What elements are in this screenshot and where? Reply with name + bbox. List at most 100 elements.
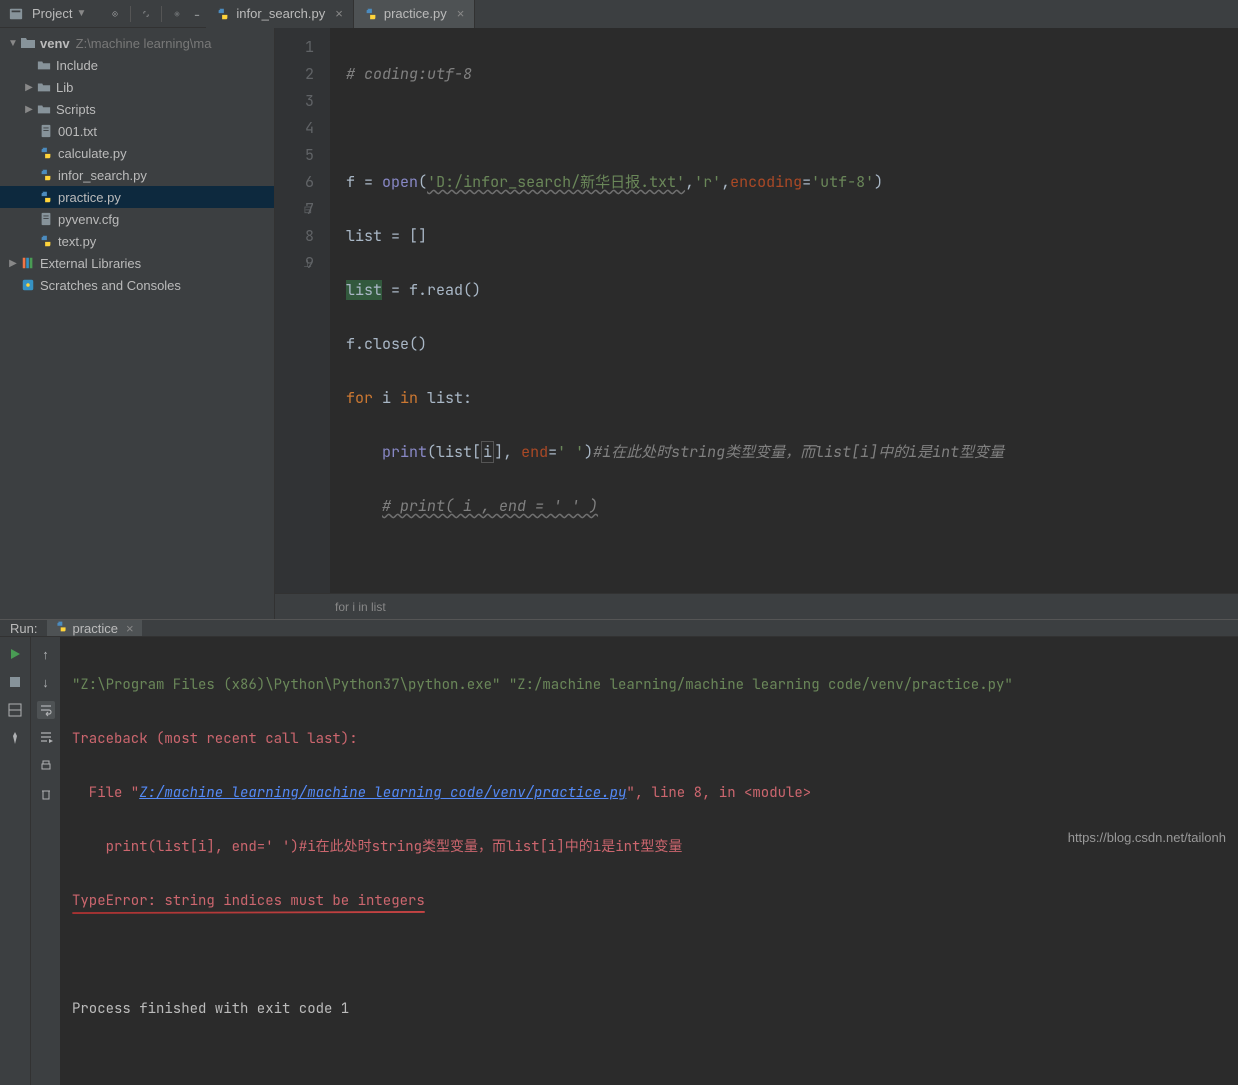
tree-item-pyvenv[interactable]: pyvenv.cfg xyxy=(0,208,274,230)
run-gutter-left xyxy=(0,637,30,1085)
code-editor[interactable]: 1 2 3 4 5 6 7⊟ 8 9⊥ # coding:utf-8 f = o… xyxy=(275,28,1238,593)
softwrap-icon[interactable] xyxy=(37,701,55,719)
run-tab-practice[interactable]: practice × xyxy=(47,620,141,636)
code-token: print xyxy=(382,442,427,462)
trash-icon[interactable] xyxy=(37,785,55,803)
code-token: ) xyxy=(584,442,593,462)
close-icon[interactable]: × xyxy=(457,6,465,21)
chevron-right-icon: ▶ xyxy=(6,258,20,269)
folder-icon xyxy=(36,79,52,95)
tree-external-libraries[interactable]: ▶ External Libraries xyxy=(0,252,274,274)
editor-tabs: infor_search.py × practice.py × xyxy=(206,0,1238,28)
project-icon xyxy=(8,6,24,22)
chevron-down-icon: ▼ xyxy=(6,38,20,49)
code-comment: # print( i , end = ' ' ) xyxy=(382,496,598,516)
pin-icon[interactable] xyxy=(6,729,24,747)
tree-root-venv[interactable]: ▼ venv Z:\machine learning\ma xyxy=(0,32,274,54)
main-area: ▼ venv Z:\machine learning\ma ▶ Include … xyxy=(0,28,1238,619)
expand-icon[interactable] xyxy=(137,5,155,23)
chevron-right-icon: ▶ xyxy=(22,82,36,93)
code-content[interactable]: # coding:utf-8 f = open('D:/infor_search… xyxy=(330,28,1238,593)
code-token: = f.read() xyxy=(382,280,481,300)
code-token: list: xyxy=(418,388,472,408)
run-title: Run: xyxy=(0,621,47,636)
code-token: encoding xyxy=(730,172,802,192)
minimize-icon[interactable] xyxy=(188,5,206,23)
code-token: , xyxy=(721,172,730,192)
tree-label: External Libraries xyxy=(40,256,141,271)
python-file-icon xyxy=(216,7,230,21)
tree-label: calculate.py xyxy=(58,146,127,161)
code-token: ' ' xyxy=(557,442,584,462)
tree-label: infor_search.py xyxy=(58,168,147,183)
collapse-icon[interactable]: ⊟ xyxy=(304,196,312,223)
tree-item-practice[interactable]: practice.py xyxy=(0,186,274,208)
target-icon[interactable] xyxy=(106,5,124,23)
tree-label: Scratches and Consoles xyxy=(40,278,181,293)
editor-tab-infor-search[interactable]: infor_search.py × xyxy=(206,0,353,28)
console-error: Traceback (most recent call last): xyxy=(72,726,1226,753)
tree-label: venv xyxy=(40,36,70,51)
folder-icon xyxy=(36,101,52,117)
code-token: list = [] xyxy=(346,226,427,246)
code-token: f.close() xyxy=(346,334,427,354)
code-comment: #i在此处时string类型变量，而list[i]中的i是int型变量 xyxy=(593,442,1004,462)
tree-label: Include xyxy=(56,58,98,73)
console-output[interactable]: "Z:\Program Files (x86)\Python\Python37\… xyxy=(60,637,1238,1085)
watermark-text: https://blog.csdn.net/tailonh xyxy=(1068,830,1226,845)
stop-icon[interactable] xyxy=(6,673,24,691)
code-token: = xyxy=(355,172,382,192)
close-icon[interactable]: × xyxy=(126,621,134,636)
console-error-highlighted: TypeError: string indices must be intege… xyxy=(72,892,425,910)
tree-item-infor-search[interactable]: infor_search.py xyxy=(0,164,274,186)
tree-path: Z:\machine learning\ma xyxy=(76,36,212,51)
tab-label: infor_search.py xyxy=(236,6,325,21)
code-token: ) xyxy=(874,172,883,192)
editor-area: 1 2 3 4 5 6 7⊟ 8 9⊥ # coding:utf-8 f = o… xyxy=(275,28,1238,619)
gear-icon[interactable] xyxy=(168,5,186,23)
tree-scratches[interactable]: ▶ Scratches and Consoles xyxy=(0,274,274,296)
tree-item-scripts[interactable]: ▶ Scripts xyxy=(0,98,274,120)
arrow-up-icon[interactable]: ↑ xyxy=(37,645,55,663)
rerun-icon[interactable] xyxy=(6,645,24,663)
project-label: Project xyxy=(32,6,72,21)
arrow-down-icon[interactable]: ↓ xyxy=(37,673,55,691)
tree-item-lib[interactable]: ▶ Lib xyxy=(0,76,274,98)
tree-item-calculate[interactable]: calculate.py xyxy=(0,142,274,164)
scroll-to-end-icon[interactable] xyxy=(37,729,55,747)
project-tree: ▼ venv Z:\machine learning\ma ▶ Include … xyxy=(0,28,275,619)
console-text: File " xyxy=(72,784,139,802)
code-token: (list[ xyxy=(427,442,481,462)
code-token xyxy=(346,496,382,516)
code-token: = xyxy=(802,172,811,192)
toolbar-actions xyxy=(106,5,206,23)
console-file-link[interactable]: Z:/machine learning/machine learning cod… xyxy=(139,784,626,802)
code-token: 'r' xyxy=(694,172,721,192)
editor-breadcrumb[interactable]: for i in list xyxy=(275,593,1238,619)
tree-label: text.py xyxy=(58,234,96,249)
code-token: ], xyxy=(494,442,521,462)
code-token: 'utf-8' xyxy=(811,172,874,192)
run-tab-label: practice xyxy=(72,621,118,636)
toolbar-separator xyxy=(161,6,162,22)
tree-item-001txt[interactable]: 001.txt xyxy=(0,120,274,142)
run-panel: Run: practice × ↑ ↓ "Z:\Program Files (x… xyxy=(0,619,1238,854)
project-tool-button[interactable]: Project ▼ xyxy=(0,0,94,27)
toolbar-separator xyxy=(130,6,131,22)
tree-item-include[interactable]: ▶ Include xyxy=(0,54,274,76)
run-gutter-right: ↑ ↓ xyxy=(30,637,60,1085)
print-icon[interactable] xyxy=(37,757,55,775)
tree-label: 001.txt xyxy=(58,124,97,139)
text-file-icon xyxy=(38,211,54,227)
python-file-icon xyxy=(38,189,54,205)
chevron-right-icon: ▶ xyxy=(22,104,36,115)
close-icon[interactable]: × xyxy=(335,6,343,21)
python-file-icon xyxy=(38,233,54,249)
tree-item-text[interactable]: text.py xyxy=(0,230,274,252)
layout-icon[interactable] xyxy=(6,701,24,719)
code-token: in xyxy=(400,388,418,408)
console-exit: Process finished with exit code 1 xyxy=(72,996,1226,1023)
editor-tab-practice[interactable]: practice.py × xyxy=(354,0,475,28)
tab-label: practice.py xyxy=(384,6,447,21)
code-token: open xyxy=(382,172,418,192)
